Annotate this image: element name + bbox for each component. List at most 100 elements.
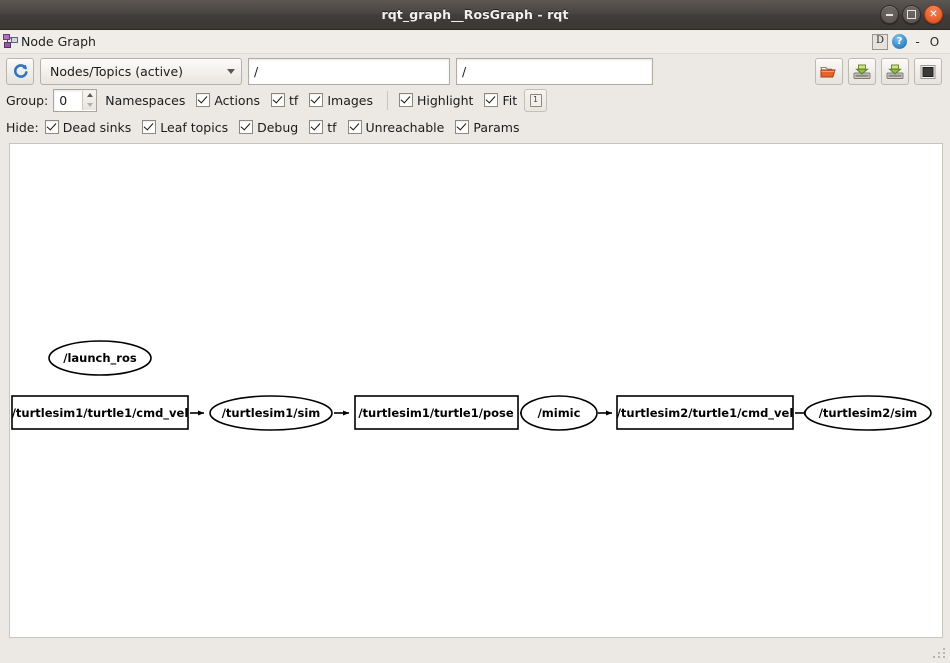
node-filter-input[interactable]: / (456, 58, 653, 85)
dock-title-group: Node Graph (3, 34, 96, 49)
checkbox-dead-sinks[interactable]: Dead sinks (45, 120, 132, 135)
node-filter-value: / (462, 64, 466, 79)
save-dot-button[interactable] (848, 58, 876, 85)
node-graph-icon (3, 34, 19, 49)
checkbox-leaf-topics[interactable]: Leaf topics (142, 120, 228, 135)
checkbox-dead-sinks-box[interactable] (45, 120, 59, 134)
graph-type-value: Nodes/Topics (active) (50, 64, 213, 79)
graph-node-turtlesim2-cmd-vel-label: /turtlesim2/turtle1/cmd_vel (617, 406, 794, 421)
graph-node-turtlesim1-cmd-vel-label: /turtlesim1/turtle1/cmd_vel (12, 406, 189, 421)
toolbar-row-hide: Hide: Dead sinks Leaf topics Debug tf Un… (6, 115, 944, 139)
chevron-up-icon[interactable] (87, 93, 93, 97)
fit-in-view-button[interactable]: 1 (524, 89, 547, 112)
window-titlebar[interactable]: rqt_graph__RosGraph - rqt ✕ (0, 0, 950, 30)
topic-filter-value: / (254, 64, 258, 79)
graph-type-combobox[interactable]: Nodes/Topics (active) (40, 58, 242, 85)
checkbox-debug-box[interactable] (239, 120, 253, 134)
folder-open-icon (820, 64, 838, 80)
checkbox-tf-box[interactable] (271, 93, 285, 107)
checkbox-unreachable-box[interactable] (348, 120, 362, 134)
checkbox-fit-label: Fit (502, 93, 517, 108)
graph-node-turtlesim1-sim[interactable]: /turtlesim1/sim (210, 396, 332, 430)
graph-node-turtlesim1-pose[interactable]: /turtlesim1/turtle1/pose (355, 396, 518, 429)
graph-node-launch-ros-label: /launch_ros (63, 351, 137, 366)
checkbox-fit-box[interactable] (484, 93, 498, 107)
graph-canvas-wrapper: /launch_ros /turtlesim1/turtle1/cmd_vel … (0, 141, 950, 645)
chevron-down-icon (227, 69, 235, 74)
window-close-button[interactable]: ✕ (924, 5, 943, 24)
window-title: rqt_graph__RosGraph - rqt (381, 7, 568, 22)
graph-node-turtlesim2-sim-label: /turtlesim2/sim (819, 406, 918, 420)
checkbox-unreachable[interactable]: Unreachable (348, 120, 445, 135)
group-label: Group: (6, 93, 48, 108)
toolbar-row-filters: Nodes/Topics (active) / / (6, 58, 944, 88)
checkbox-actions-box[interactable] (196, 93, 210, 107)
checkbox-highlight[interactable]: Highlight (399, 93, 473, 108)
chevron-down-icon[interactable] (87, 103, 93, 107)
graph-node-mimic-label: /mimic (538, 406, 581, 420)
maximize-icon (907, 10, 916, 19)
group-spinbox-arrows[interactable] (82, 91, 96, 110)
checkbox-leaf-topics-label: Leaf topics (160, 120, 228, 135)
ros-graph-canvas[interactable]: /launch_ros /turtlesim1/turtle1/cmd_vel … (9, 143, 943, 638)
checkbox-params-label: Params (473, 120, 519, 135)
dock-close-button[interactable]: O (928, 35, 941, 49)
checkbox-images[interactable]: Images (309, 93, 373, 108)
save-svg-button[interactable] (881, 58, 909, 85)
graph-node-mimic[interactable]: /mimic (521, 396, 597, 430)
checkbox-debug-label: Debug (257, 120, 298, 135)
checkbox-actions[interactable]: Actions (196, 93, 260, 108)
dock-minimize-button[interactable]: - (911, 35, 924, 49)
checkbox-fit[interactable]: Fit (484, 93, 517, 108)
close-icon: ✕ (929, 10, 937, 20)
zoom-reset-icon: 1 (530, 94, 542, 107)
dock-header-buttons: D ? - O (872, 34, 945, 50)
dock-title-label: Node Graph (21, 34, 96, 49)
graph-node-turtlesim1-cmd-vel[interactable]: /turtlesim1/turtle1/cmd_vel (12, 396, 189, 429)
graph-nodes: /launch_ros /turtlesim1/turtle1/cmd_vel … (12, 341, 931, 430)
checkbox-debug[interactable]: Debug (239, 120, 298, 135)
window-resize-grip[interactable] (932, 646, 948, 662)
graph-node-turtlesim1-sim-label: /turtlesim1/sim (222, 406, 321, 420)
namespaces-label[interactable]: Namespaces (105, 93, 185, 108)
ros-graph-svg: /launch_ros /turtlesim1/turtle1/cmd_vel … (10, 144, 940, 638)
checkbox-highlight-box[interactable] (399, 93, 413, 107)
graph-node-launch-ros[interactable]: /launch_ros (49, 341, 151, 375)
topic-filter-input[interactable]: / (248, 58, 450, 85)
window-maximize-button[interactable] (902, 5, 921, 24)
checkbox-tf[interactable]: tf (271, 93, 298, 108)
toolbar-action-buttons (815, 58, 944, 85)
save-image-button[interactable] (914, 58, 942, 85)
save-disk-icon (886, 64, 904, 80)
window-controls: ✕ (880, 0, 943, 29)
minimize-icon (886, 14, 893, 16)
group-spinbox[interactable]: 0 (53, 89, 97, 112)
node-graph-icon-svg (3, 34, 19, 49)
help-icon[interactable]: ? (892, 34, 907, 49)
dock-undock-button[interactable]: D (872, 34, 888, 50)
checkbox-tf-label: tf (289, 93, 298, 108)
window-minimize-button[interactable] (880, 5, 899, 24)
toolbar-row-options: Group: 0 Namespaces Actions tf Images Hi… (6, 88, 944, 115)
graph-node-turtlesim1-pose-label: /turtlesim1/turtle1/pose (358, 406, 514, 420)
checkbox-images-box[interactable] (309, 93, 323, 107)
checkbox-leaf-topics-box[interactable] (142, 120, 156, 134)
checkbox-hide-tf-box[interactable] (309, 120, 323, 134)
load-dot-button[interactable] (815, 58, 843, 85)
checkbox-highlight-label: Highlight (417, 93, 473, 108)
checkbox-unreachable-label: Unreachable (366, 120, 445, 135)
image-square-icon (919, 64, 937, 80)
checkbox-params[interactable]: Params (455, 120, 519, 135)
checkbox-hide-tf-label: tf (327, 120, 336, 135)
toolbar-area: Nodes/Topics (active) / / (0, 54, 950, 141)
dock-widget-header[interactable]: Node Graph D ? - O (0, 30, 950, 54)
checkbox-params-box[interactable] (455, 120, 469, 134)
refresh-button[interactable] (6, 58, 34, 85)
group-spinbox-value: 0 (54, 93, 82, 108)
checkbox-hide-tf[interactable]: tf (309, 120, 336, 135)
graph-node-turtlesim2-sim[interactable]: /turtlesim2/sim (805, 396, 931, 430)
checkbox-dead-sinks-label: Dead sinks (63, 120, 132, 135)
graph-node-turtlesim2-cmd-vel[interactable]: /turtlesim2/turtle1/cmd_vel (617, 396, 794, 429)
toolbar-divider (387, 91, 388, 110)
checkbox-actions-label: Actions (214, 93, 260, 108)
